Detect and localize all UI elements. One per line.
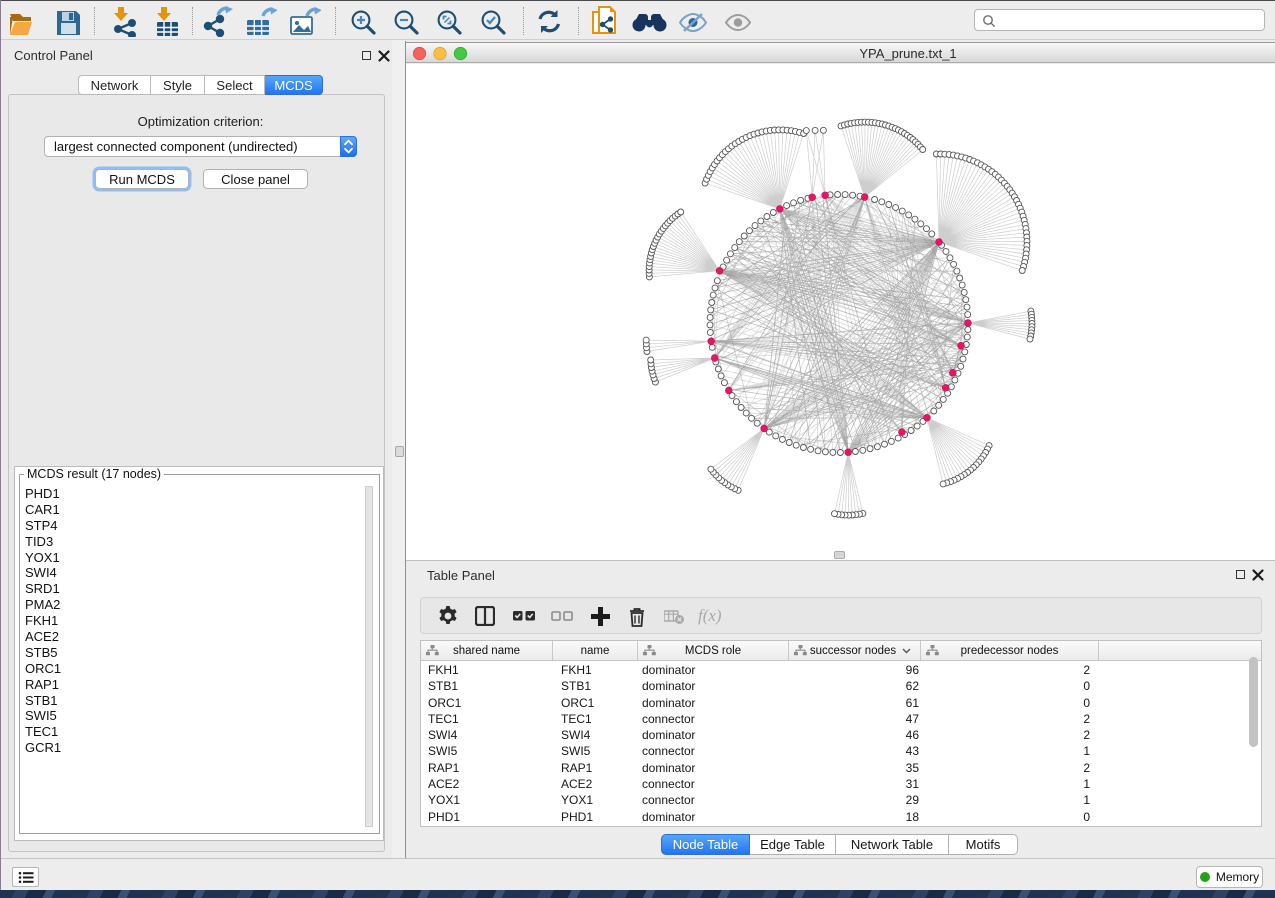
svg-text:f(x): f(x): [698, 606, 722, 625]
